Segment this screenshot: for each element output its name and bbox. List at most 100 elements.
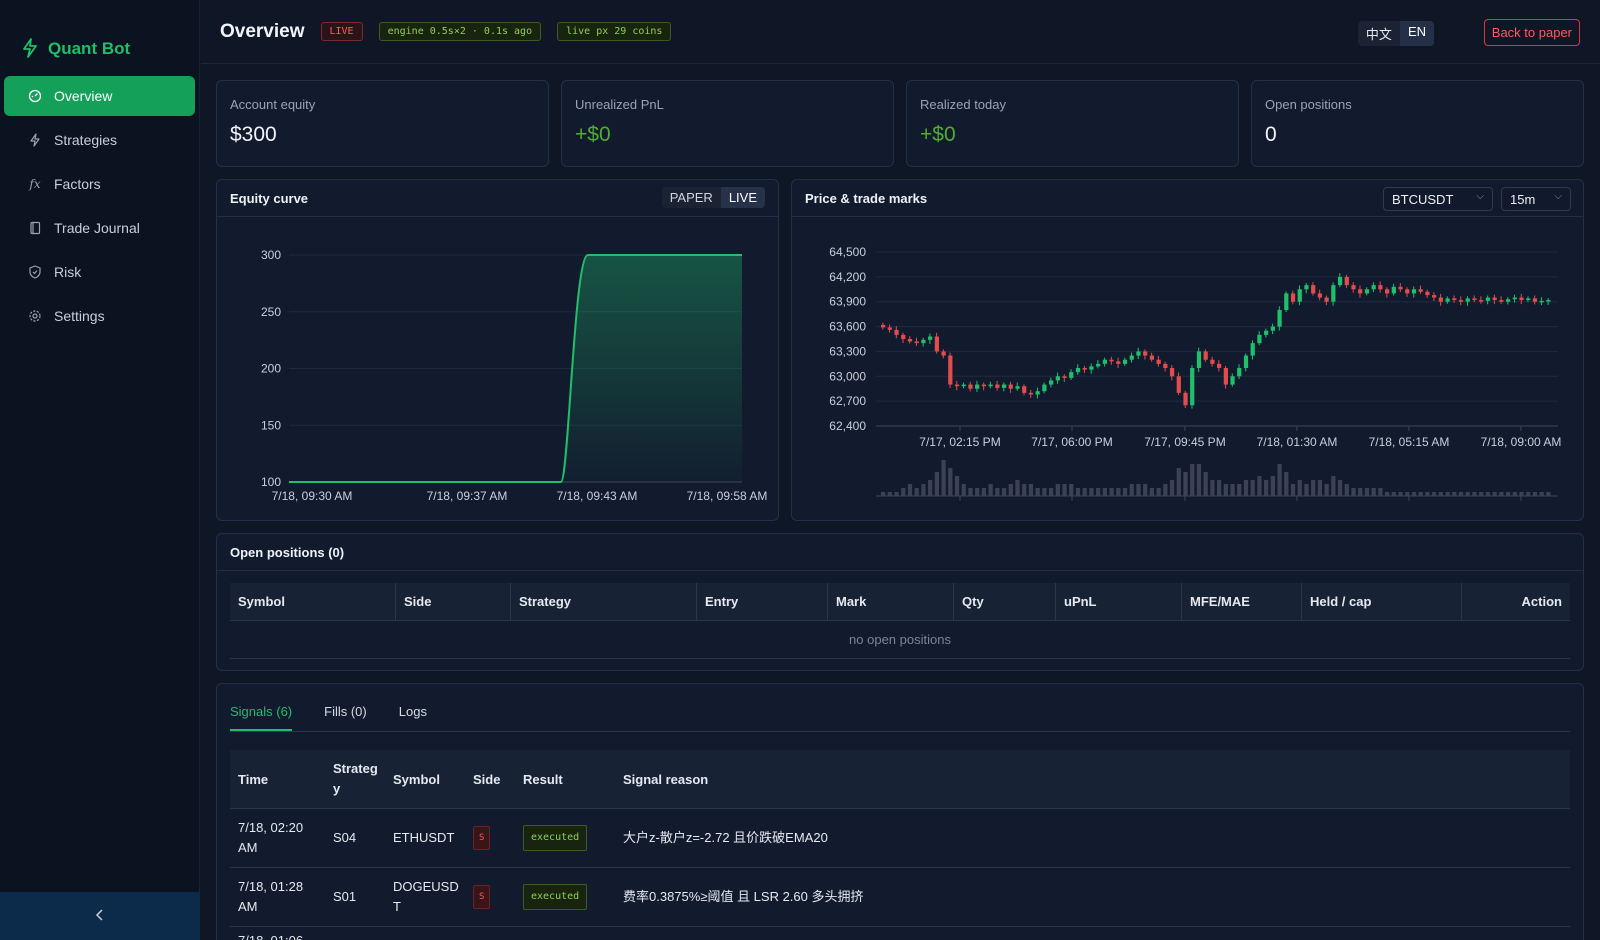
tab-fills[interactable]: Fills (0) bbox=[324, 704, 367, 731]
volume-bar bbox=[1539, 492, 1544, 496]
symbol-select[interactable]: BTCUSDT ⌵ bbox=[1383, 187, 1493, 211]
column-header[interactable]: Signal reason bbox=[615, 750, 1570, 808]
table-row[interactable]: 7/18, 01:06 AM bbox=[230, 927, 1570, 940]
candle-body bbox=[1526, 298, 1531, 301]
column-header[interactable]: uPnL bbox=[1056, 583, 1182, 620]
candle-body bbox=[1425, 291, 1430, 296]
volume-bar bbox=[1526, 492, 1531, 496]
candle-body bbox=[1458, 300, 1464, 302]
volume-bar bbox=[914, 488, 919, 496]
side-badge: S bbox=[473, 826, 491, 850]
column-header[interactable]: Strategy bbox=[511, 583, 697, 620]
equity-curve-panel: Equity curve PAPER LIVE 300 250 200 150 100 7… bbox=[216, 179, 779, 521]
table-row[interactable]: 7/18, 02:20 AM S04 ETHUSDT S executed 大户… bbox=[230, 809, 1570, 868]
candle-body bbox=[981, 384, 987, 387]
volume-bar bbox=[1116, 488, 1121, 496]
brand[interactable]: Quant Bot bbox=[0, 0, 199, 72]
candle-body bbox=[1143, 351, 1148, 356]
volume-bar bbox=[1049, 488, 1054, 496]
candle-body bbox=[1069, 372, 1074, 378]
stat-label: Unrealized PnL bbox=[575, 97, 664, 112]
x-tick-label: 7/17, 02:15 PM bbox=[919, 435, 1000, 449]
lang-en-button[interactable]: EN bbox=[1399, 21, 1434, 46]
candle-body bbox=[881, 324, 886, 328]
y-tick-label: 63,900 bbox=[829, 295, 866, 309]
sidebar-item-label: Risk bbox=[54, 264, 82, 280]
sidebar-item-factors[interactable]: fx Factors bbox=[4, 164, 195, 204]
candle-body bbox=[1096, 363, 1101, 367]
language-toggle: 中文 EN bbox=[1357, 21, 1434, 46]
volume-bar bbox=[1418, 492, 1423, 496]
mode-live-button[interactable]: LIVE bbox=[720, 187, 765, 208]
back-to-paper-button[interactable]: Back to paper bbox=[1483, 19, 1580, 46]
volume-bar bbox=[1008, 484, 1013, 496]
table-row[interactable]: 7/18, 01:28 AM S01 DOGEUSDT S executed 费… bbox=[230, 868, 1570, 927]
candle-body bbox=[1492, 297, 1497, 301]
column-header[interactable]: Mark bbox=[828, 583, 954, 620]
volume-bar bbox=[995, 488, 1000, 496]
tab-signals[interactable]: Signals (6) bbox=[230, 704, 293, 731]
candle-body bbox=[1264, 330, 1269, 335]
volume-bar bbox=[901, 488, 906, 496]
interval-select[interactable]: 15m ⌵ bbox=[1501, 187, 1571, 211]
volume-bar bbox=[1223, 484, 1228, 496]
sidebar-item-settings[interactable]: Settings bbox=[4, 296, 195, 336]
volume-bar bbox=[1337, 480, 1343, 496]
stat-value: +$0 bbox=[575, 123, 611, 146]
tab-logs[interactable]: Logs bbox=[399, 704, 427, 731]
candle-body bbox=[1465, 298, 1470, 302]
lang-zh-button[interactable]: 中文 bbox=[1358, 21, 1400, 46]
candle-body bbox=[1250, 343, 1255, 356]
sidebar-item-overview[interactable]: Overview bbox=[4, 76, 195, 116]
sidebar-item-trade-journal[interactable]: Trade Journal bbox=[4, 208, 195, 248]
volume-bar bbox=[1391, 492, 1396, 496]
volume-bar bbox=[1183, 472, 1188, 496]
column-header[interactable]: Qty bbox=[954, 583, 1056, 620]
volume-bar bbox=[907, 484, 913, 496]
sidebar-item-strategies[interactable]: Strategies bbox=[4, 120, 195, 160]
candle-body bbox=[1270, 326, 1275, 331]
cell-time: 7/18, 02:20 AM bbox=[238, 820, 304, 855]
column-header[interactable]: Action bbox=[1462, 583, 1570, 620]
candle-body bbox=[1499, 300, 1504, 302]
column-header[interactable]: Symbol bbox=[385, 750, 465, 808]
column-header[interactable]: Side bbox=[396, 583, 511, 620]
column-header[interactable]: Result bbox=[515, 750, 615, 808]
column-header[interactable]: MFE/MAE bbox=[1182, 583, 1302, 620]
candle-body bbox=[894, 329, 899, 335]
column-header[interactable]: Held / cap bbox=[1302, 583, 1462, 620]
candle-body bbox=[975, 384, 980, 389]
candle-body bbox=[1156, 359, 1161, 364]
volume-bar bbox=[1075, 488, 1081, 496]
volume-bar bbox=[1432, 492, 1437, 496]
symbol-select-value: BTCUSDT bbox=[1392, 191, 1454, 207]
candle-body bbox=[887, 327, 892, 330]
y-tick-label: 100 bbox=[261, 475, 281, 489]
candle-body bbox=[1344, 276, 1349, 286]
column-header[interactable]: Strategy bbox=[325, 750, 385, 808]
y-tick-label: 63,300 bbox=[829, 344, 866, 358]
sidebar-collapse-button[interactable] bbox=[0, 892, 200, 940]
column-header[interactable]: Entry bbox=[697, 583, 828, 620]
candle-body bbox=[1331, 285, 1336, 302]
candle-body bbox=[1519, 297, 1524, 301]
volume-bar bbox=[954, 476, 960, 496]
candle-body bbox=[1539, 300, 1544, 303]
column-header[interactable]: Symbol bbox=[230, 583, 396, 620]
volume-bar bbox=[1546, 492, 1551, 496]
volume-bar bbox=[1519, 492, 1524, 496]
candle-body bbox=[1049, 380, 1054, 385]
volume-bar bbox=[1210, 480, 1215, 496]
y-tick-label: 62,400 bbox=[829, 419, 866, 433]
candle-body bbox=[1082, 368, 1087, 370]
column-header[interactable]: Time bbox=[230, 750, 325, 808]
empty-state: no open positions bbox=[230, 621, 1570, 659]
mode-paper-button[interactable]: PAPER bbox=[662, 187, 721, 208]
sidebar-item-risk[interactable]: Risk bbox=[4, 252, 195, 292]
candle-body bbox=[1304, 285, 1309, 290]
candle-body bbox=[1122, 359, 1128, 364]
column-header[interactable]: Side bbox=[465, 750, 515, 808]
y-tick-label: 300 bbox=[261, 248, 281, 262]
volume-bar bbox=[1297, 480, 1302, 496]
candle-body bbox=[1438, 297, 1443, 302]
